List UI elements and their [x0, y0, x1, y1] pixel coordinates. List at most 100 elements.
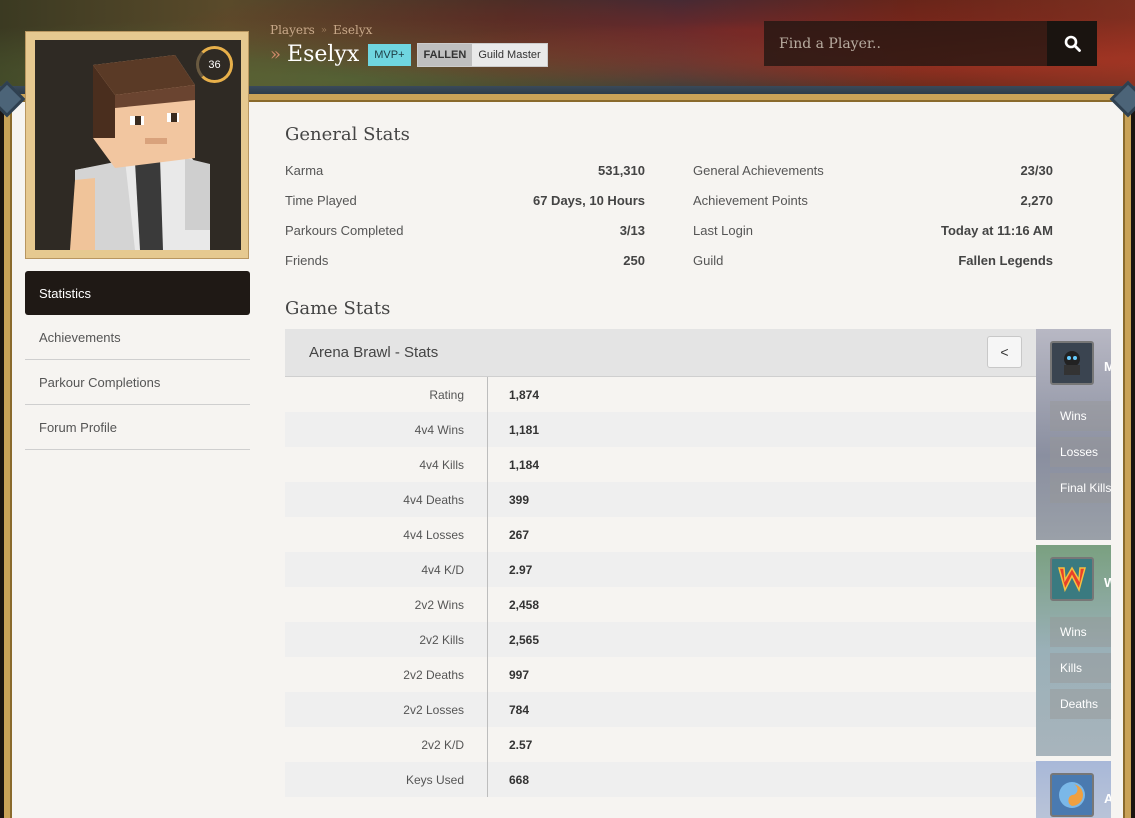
- game-card-arcade[interactable]: A: [1036, 761, 1111, 818]
- general-stats-title: General Stats: [285, 124, 410, 145]
- stat-row: General Achievements 23/30: [693, 155, 1053, 185]
- breadcrumb-current[interactable]: Eselyx: [333, 23, 372, 37]
- table-row: 2v2 K/D 2.57: [285, 727, 1036, 762]
- breadcrumb: Players » Eselyx: [270, 23, 372, 37]
- stat-label: Time Played: [285, 192, 357, 208]
- stat-label: Achievement Points: [693, 192, 808, 208]
- profile-sidebar: Statistics Achievements Parkour Completi…: [25, 271, 250, 450]
- game-cards-column: M Wins Losses Final Kills W Wins Kills D…: [1036, 329, 1111, 818]
- stat-value: 1,181: [509, 422, 540, 437]
- breadcrumb-separator: »: [320, 24, 327, 36]
- level-badge: 36: [196, 46, 233, 83]
- sidebar-item-statistics[interactable]: Statistics: [25, 271, 250, 315]
- card-stat-label: Wins: [1050, 617, 1111, 647]
- stat-row: Achievement Points 2,270: [693, 185, 1053, 215]
- stat-row: Time Played 67 Days, 10 Hours: [285, 185, 645, 215]
- stat-row: Guild Fallen Legends: [693, 245, 1053, 275]
- stat-label: 2v2 Deaths: [285, 657, 488, 692]
- game-stats-panel-title: Arena Brawl - Stats: [309, 344, 439, 361]
- sidebar-item-achievements[interactable]: Achievements: [25, 315, 250, 360]
- stat-value: 399: [509, 492, 530, 507]
- title-chevron-icon: »: [270, 44, 282, 65]
- stat-value: 2,565: [509, 632, 540, 647]
- card-stat-label: Losses: [1050, 437, 1111, 467]
- card-title: W: [1104, 575, 1111, 590]
- mega-walls-icon: [1050, 341, 1094, 385]
- search-button[interactable]: [1047, 21, 1097, 66]
- stat-label: 4v4 Kills: [285, 447, 488, 482]
- stat-label: Last Login: [693, 222, 753, 238]
- card-stat-label: Wins: [1050, 401, 1111, 431]
- stat-value: 2,270: [1020, 192, 1053, 208]
- table-row: 2v2 Kills 2,565: [285, 622, 1036, 657]
- stat-label: 2v2 Wins: [285, 587, 488, 622]
- stat-label: 4v4 K/D: [285, 552, 488, 587]
- search-icon: [1064, 35, 1081, 52]
- stat-value: 1,874: [509, 387, 540, 402]
- stat-value: 3/13: [619, 222, 645, 238]
- stat-label: Guild: [693, 252, 724, 268]
- general-stats-right: General Achievements 23/30 Achievement Po…: [693, 155, 1053, 275]
- stat-label: Karma: [285, 162, 324, 178]
- stat-row: Parkours Completed 3/13: [285, 215, 645, 245]
- stat-row: Karma 531,310: [285, 155, 645, 185]
- game-stats-panel-header: Arena Brawl - Stats <: [285, 329, 1036, 377]
- search-input[interactable]: [764, 21, 1047, 66]
- stat-label: 4v4 Losses: [285, 517, 488, 552]
- stat-value: 23/30: [1020, 162, 1053, 178]
- table-row: 2v2 Wins 2,458: [285, 587, 1036, 622]
- table-row: 2v2 Deaths 997: [285, 657, 1036, 692]
- stat-label: Friends: [285, 252, 329, 268]
- stat-value: 784: [509, 702, 530, 717]
- table-row: Rating 1,874: [285, 377, 1036, 412]
- player-search: [764, 21, 1097, 66]
- stat-value: 267: [509, 527, 530, 542]
- stat-value: 2,458: [509, 597, 540, 612]
- stat-label: 4v4 Wins: [285, 412, 488, 447]
- game-stats-title: Game Stats: [285, 298, 391, 319]
- stat-row: Last Login Today at 11:16 AM: [693, 215, 1053, 245]
- table-row: 4v4 Wins 1,181: [285, 412, 1036, 447]
- game-card-warlords[interactable]: W Wins Kills Deaths: [1036, 545, 1111, 756]
- table-row: 4v4 K/D 2.97: [285, 552, 1036, 587]
- game-card-mega-walls[interactable]: M Wins Losses Final Kills: [1036, 329, 1111, 540]
- stat-label: Rating: [285, 377, 488, 412]
- stat-value: 1,184: [509, 457, 540, 472]
- stat-value: 531,310: [598, 162, 645, 178]
- stat-label: 2v2 Losses: [285, 692, 488, 727]
- guild-link[interactable]: Fallen Legends: [958, 253, 1053, 268]
- stat-value: 997: [509, 667, 530, 682]
- breadcrumb-players-link[interactable]: Players: [270, 23, 315, 37]
- stat-value: 2.97: [509, 562, 533, 577]
- sidebar-item-forum-profile[interactable]: Forum Profile: [25, 405, 250, 450]
- stat-label: Keys Used: [285, 762, 488, 797]
- stat-row: Friends 250: [285, 245, 645, 275]
- rank-badge: MVP+: [368, 43, 411, 66]
- stat-label: 4v4 Deaths: [285, 482, 488, 517]
- table-row: 4v4 Losses 267: [285, 517, 1036, 552]
- guild-role: Guild Master: [472, 43, 547, 66]
- sidebar-item-parkour-completions[interactable]: Parkour Completions: [25, 360, 250, 405]
- stat-value: 67 Days, 10 Hours: [532, 192, 645, 208]
- stat-label: 2v2 K/D: [285, 727, 488, 762]
- card-title: A: [1104, 791, 1111, 806]
- stat-label: 2v2 Kills: [285, 622, 488, 657]
- stat-value: 668: [509, 772, 530, 787]
- guild-tag: FALLEN: [417, 43, 473, 66]
- table-row: 2v2 Losses 784: [285, 692, 1036, 727]
- stat-value: 2.57: [509, 737, 533, 752]
- guild-badge[interactable]: FALLEN Guild Master: [416, 42, 548, 67]
- player-name: Eselyx: [287, 42, 360, 67]
- back-button[interactable]: <: [987, 336, 1022, 368]
- player-title-row: » Eselyx MVP+ FALLEN Guild Master: [270, 42, 548, 67]
- stat-value: 250: [623, 252, 645, 268]
- stat-label: General Achievements: [693, 162, 824, 178]
- general-stats-grid: Karma 531,310 Time Played 67 Days, 10 Hour…: [285, 155, 1053, 275]
- table-row: Keys Used 668: [285, 762, 1036, 797]
- card-stat-label: Kills: [1050, 653, 1111, 683]
- general-stats-left: Karma 531,310 Time Played 67 Days, 10 Hour…: [285, 155, 645, 275]
- card-stat-label: Deaths: [1050, 689, 1111, 719]
- stat-label: Parkours Completed: [285, 222, 404, 238]
- swirl-icon: [1050, 773, 1094, 817]
- table-row: 4v4 Kills 1,184: [285, 447, 1036, 482]
